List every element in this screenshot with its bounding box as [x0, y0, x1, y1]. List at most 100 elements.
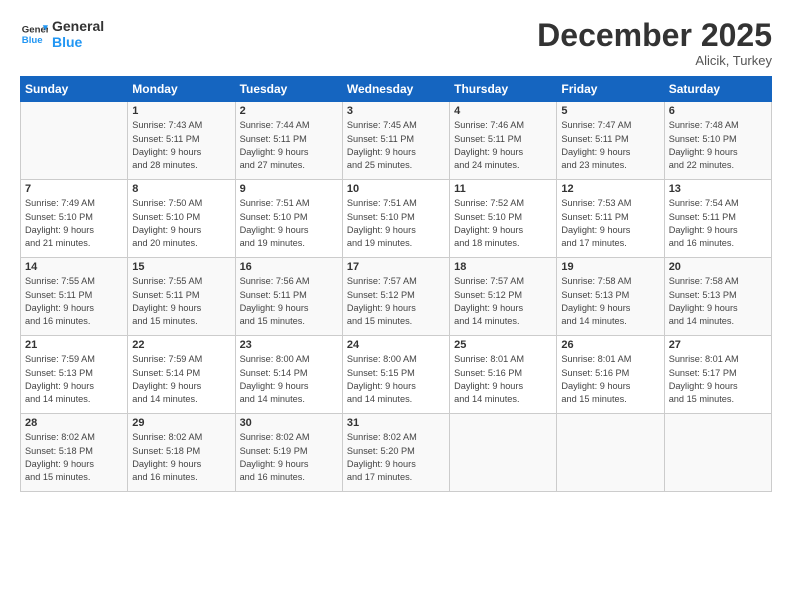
week-row-3: 21 Sunrise: 7:59 AMSunset: 5:13 PMDayligh… [21, 336, 772, 414]
day-number: 23 [240, 339, 338, 351]
day-info: Sunrise: 8:00 AMSunset: 5:15 PMDaylight:… [347, 353, 445, 406]
calendar-cell: 16 Sunrise: 7:56 AMSunset: 5:11 PMDayligh… [235, 258, 342, 336]
calendar-cell: 11 Sunrise: 7:52 AMSunset: 5:10 PMDayligh… [450, 180, 557, 258]
calendar-cell: 8 Sunrise: 7:50 AMSunset: 5:10 PMDaylight… [128, 180, 235, 258]
day-info: Sunrise: 8:02 AMSunset: 5:20 PMDaylight:… [347, 431, 445, 484]
calendar-cell: 23 Sunrise: 8:00 AMSunset: 5:14 PMDayligh… [235, 336, 342, 414]
calendar-cell: 20Sunrise: 7:58 AMSunset: 5:13 PMDayligh… [664, 258, 771, 336]
weekday-header-tuesday: Tuesday [235, 77, 342, 102]
calendar-cell: 3 Sunrise: 7:45 AMSunset: 5:11 PMDaylight… [342, 102, 449, 180]
calendar-cell [664, 414, 771, 492]
day-number: 31 [347, 417, 445, 429]
calendar-cell: 21 Sunrise: 7:59 AMSunset: 5:13 PMDayligh… [21, 336, 128, 414]
day-info: Sunrise: 8:02 AMSunset: 5:19 PMDaylight:… [240, 431, 338, 484]
calendar-cell: 10 Sunrise: 7:51 AMSunset: 5:10 PMDayligh… [342, 180, 449, 258]
calendar-cell [450, 414, 557, 492]
title-block: December 2025 Alicik, Turkey [537, 18, 772, 68]
calendar-cell [21, 102, 128, 180]
day-number: 8 [132, 183, 230, 195]
day-number: 20 [669, 261, 767, 273]
calendar-cell: 12Sunrise: 7:53 AMSunset: 5:11 PMDayligh… [557, 180, 664, 258]
weekday-header-row: SundayMondayTuesdayWednesdayThursdayFrid… [21, 77, 772, 102]
day-info: Sunrise: 8:02 AMSunset: 5:18 PMDaylight:… [132, 431, 230, 484]
day-info: Sunrise: 7:51 AMSunset: 5:10 PMDaylight:… [240, 197, 338, 250]
day-info: Sunrise: 8:01 AMSunset: 5:16 PMDaylight:… [454, 353, 552, 406]
logo-general: General [52, 18, 104, 34]
day-info: Sunrise: 7:48 AMSunset: 5:10 PMDaylight:… [669, 119, 767, 172]
calendar-cell: 7 Sunrise: 7:49 AMSunset: 5:10 PMDaylight… [21, 180, 128, 258]
calendar-cell: 14Sunrise: 7:55 AMSunset: 5:11 PMDayligh… [21, 258, 128, 336]
day-info: Sunrise: 7:50 AMSunset: 5:10 PMDaylight:… [132, 197, 230, 250]
day-info: Sunrise: 7:45 AMSunset: 5:11 PMDaylight:… [347, 119, 445, 172]
week-row-4: 28 Sunrise: 8:02 AMSunset: 5:18 PMDayligh… [21, 414, 772, 492]
day-info: Sunrise: 8:02 AMSunset: 5:18 PMDaylight:… [25, 431, 123, 484]
day-info: Sunrise: 7:46 AMSunset: 5:11 PMDaylight:… [454, 119, 552, 172]
day-number: 10 [347, 183, 445, 195]
day-info: Sunrise: 7:47 AMSunset: 5:11 PMDaylight:… [561, 119, 659, 172]
week-row-2: 14 Sunrise: 7:55 AMSunset: 5:11 PMDayligh… [21, 258, 772, 336]
day-number: 11 [454, 183, 552, 195]
day-info: Sunrise: 7:49 AMSunset: 5:10 PMDaylight:… [25, 197, 123, 250]
day-info: Sunrise: 7:52 AMSunset: 5:10 PMDaylight:… [454, 197, 552, 250]
header: General Blue General Blue December 2025 … [20, 18, 772, 68]
calendar-cell: 24 Sunrise: 8:00 AMSunset: 5:15 PMDayligh… [342, 336, 449, 414]
calendar-cell: 5 Sunrise: 7:47 AMSunset: 5:11 PMDaylight… [557, 102, 664, 180]
day-number: 16 [240, 261, 338, 273]
day-info: Sunrise: 7:51 AMSunset: 5:10 PMDaylight:… [347, 197, 445, 250]
weekday-header-friday: Friday [557, 77, 664, 102]
calendar-cell: 6Sunrise: 7:48 AMSunset: 5:10 PMDaylight… [664, 102, 771, 180]
day-info: Sunrise: 7:54 AMSunset: 5:11 PMDaylight:… [669, 197, 767, 250]
calendar-cell: 29 Sunrise: 8:02 AMSunset: 5:18 PMDayligh… [128, 414, 235, 492]
day-number: 22 [132, 339, 230, 351]
calendar-page: General Blue General Blue December 2025 … [0, 0, 792, 612]
day-info: Sunrise: 7:58 AMSunset: 5:13 PMDaylight:… [561, 275, 659, 328]
day-number: 25 [454, 339, 552, 351]
calendar-cell: 17 Sunrise: 7:57 AMSunset: 5:12 PMDayligh… [342, 258, 449, 336]
day-number: 18 [454, 261, 552, 273]
day-number: 4 [454, 105, 552, 117]
day-number: 15 [132, 261, 230, 273]
calendar-cell: 18Sunrise: 7:57 AMSunset: 5:12 PMDayligh… [450, 258, 557, 336]
day-number: 26 [561, 339, 659, 351]
day-number: 28 [25, 417, 123, 429]
day-number: 17 [347, 261, 445, 273]
day-info: Sunrise: 7:59 AMSunset: 5:13 PMDaylight:… [25, 353, 123, 406]
day-number: 29 [132, 417, 230, 429]
logo-icon: General Blue [20, 20, 48, 48]
day-info: Sunrise: 8:01 AMSunset: 5:16 PMDaylight:… [561, 353, 659, 406]
day-number: 7 [25, 183, 123, 195]
calendar-cell: 1Sunrise: 7:43 AMSunset: 5:11 PMDaylight… [128, 102, 235, 180]
day-info: Sunrise: 8:00 AMSunset: 5:14 PMDaylight:… [240, 353, 338, 406]
calendar-cell: 4 Sunrise: 7:46 AMSunset: 5:11 PMDaylight… [450, 102, 557, 180]
weekday-header-monday: Monday [128, 77, 235, 102]
day-number: 9 [240, 183, 338, 195]
calendar-cell: 30 Sunrise: 8:02 AMSunset: 5:19 PMDayligh… [235, 414, 342, 492]
day-number: 21 [25, 339, 123, 351]
calendar-cell: 9 Sunrise: 7:51 AMSunset: 5:10 PMDaylight… [235, 180, 342, 258]
day-info: Sunrise: 7:56 AMSunset: 5:11 PMDaylight:… [240, 275, 338, 328]
calendar-cell: 13Sunrise: 7:54 AMSunset: 5:11 PMDayligh… [664, 180, 771, 258]
calendar-table: SundayMondayTuesdayWednesdayThursdayFrid… [20, 76, 772, 492]
calendar-cell: 25 Sunrise: 8:01 AMSunset: 5:16 PMDayligh… [450, 336, 557, 414]
day-info: Sunrise: 8:01 AMSunset: 5:17 PMDaylight:… [669, 353, 767, 406]
week-row-1: 7 Sunrise: 7:49 AMSunset: 5:10 PMDaylight… [21, 180, 772, 258]
calendar-cell: 22 Sunrise: 7:59 AMSunset: 5:14 PMDayligh… [128, 336, 235, 414]
svg-text:Blue: Blue [22, 35, 43, 46]
day-info: Sunrise: 7:44 AMSunset: 5:11 PMDaylight:… [240, 119, 338, 172]
day-info: Sunrise: 7:43 AMSunset: 5:11 PMDaylight:… [132, 119, 230, 172]
week-row-0: 1Sunrise: 7:43 AMSunset: 5:11 PMDaylight… [21, 102, 772, 180]
day-number: 3 [347, 105, 445, 117]
day-number: 14 [25, 261, 123, 273]
location-subtitle: Alicik, Turkey [537, 53, 772, 68]
day-info: Sunrise: 7:59 AMSunset: 5:14 PMDaylight:… [132, 353, 230, 406]
day-info: Sunrise: 7:57 AMSunset: 5:12 PMDaylight:… [347, 275, 445, 328]
day-number: 24 [347, 339, 445, 351]
month-title: December 2025 [537, 18, 772, 53]
weekday-header-wednesday: Wednesday [342, 77, 449, 102]
day-number: 30 [240, 417, 338, 429]
logo-blue: Blue [52, 34, 104, 50]
day-info: Sunrise: 7:55 AMSunset: 5:11 PMDaylight:… [132, 275, 230, 328]
weekday-header-thursday: Thursday [450, 77, 557, 102]
calendar-cell: 2Sunrise: 7:44 AMSunset: 5:11 PMDaylight… [235, 102, 342, 180]
day-number: 5 [561, 105, 659, 117]
